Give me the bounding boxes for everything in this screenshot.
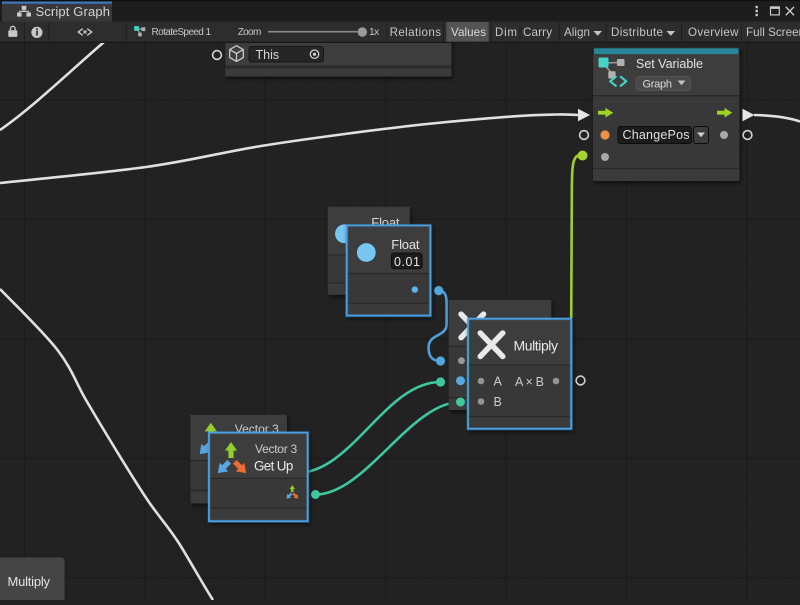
svg-text:Multiply: Multiply <box>8 574 51 589</box>
svg-text:Values: Values <box>451 26 486 39</box>
svg-text:0.01: 0.01 <box>394 255 420 269</box>
svg-text:ChangePos: ChangePos <box>623 128 690 142</box>
svg-text:Vector 3: Vector 3 <box>255 442 298 456</box>
svg-text:Set Variable: Set Variable <box>636 57 703 71</box>
svg-text:Script Graph: Script Graph <box>36 4 111 19</box>
svg-text:A × B: A × B <box>515 375 544 389</box>
svg-text:1x: 1x <box>369 26 380 38</box>
svg-text:Dim: Dim <box>495 26 517 39</box>
svg-text:Float: Float <box>391 237 420 252</box>
svg-text:Carry: Carry <box>523 26 552 39</box>
svg-text:Multiply: Multiply <box>514 337 559 353</box>
svg-text:Relations: Relations <box>390 26 442 39</box>
svg-text:Graph: Graph <box>643 78 673 90</box>
svg-text:Zoom: Zoom <box>238 27 262 38</box>
svg-text:Full Screen: Full Screen <box>746 26 800 39</box>
svg-text:Get Up: Get Up <box>254 458 293 473</box>
svg-text:B: B <box>494 395 502 409</box>
svg-text:This: This <box>256 48 280 62</box>
svg-text:Align: Align <box>564 26 590 39</box>
svg-text:Overview: Overview <box>688 26 739 39</box>
svg-text:RotateSpeed 1: RotateSpeed 1 <box>152 27 212 38</box>
svg-text:A: A <box>494 375 503 389</box>
svg-text:Distribute: Distribute <box>611 26 663 39</box>
